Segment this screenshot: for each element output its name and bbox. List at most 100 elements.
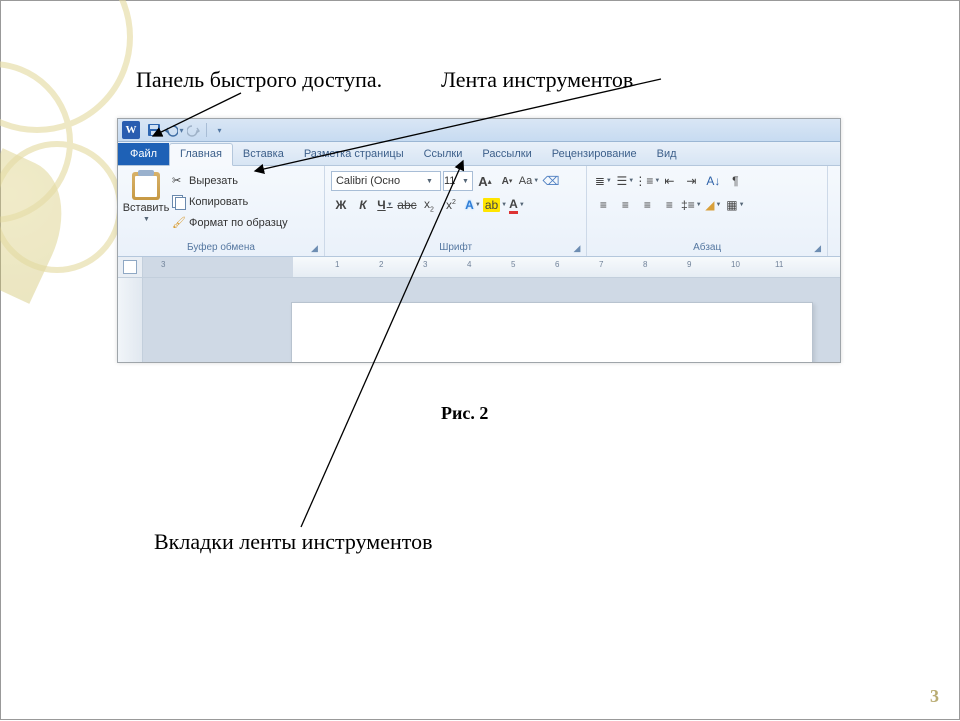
group-clipboard: Вставить ▼ ✂ Вырезать Копировать 🖌 Форма…: [118, 166, 325, 256]
font-name-combo[interactable]: Calibri (Осно▼: [331, 171, 441, 191]
numbering-icon: ☰: [617, 174, 628, 188]
superscript-button[interactable]: x2: [441, 195, 461, 215]
format-painter-button[interactable]: 🖌 Формат по образцу: [172, 213, 288, 233]
subscript-button[interactable]: x2: [419, 195, 439, 215]
ruler-num: 3: [423, 260, 427, 269]
align-right-button[interactable]: ≡: [637, 195, 657, 215]
clear-format-button[interactable]: ⌫: [541, 171, 561, 191]
annotation-ribbon: Лента инструментов: [441, 67, 633, 93]
bold-button[interactable]: Ж: [331, 195, 351, 215]
italic-button[interactable]: К: [353, 195, 373, 215]
font-color-icon: A: [509, 197, 518, 214]
ruler-num: 6: [555, 260, 559, 269]
line-spacing-button[interactable]: ‡≡▼: [681, 195, 701, 215]
ruler-num: 10: [731, 260, 740, 269]
text-effects-icon: A: [465, 198, 474, 212]
shrink-font-button[interactable]: A▾: [497, 171, 517, 191]
tab-layout[interactable]: Разметка страницы: [294, 144, 414, 165]
ruler-area: 3 1 2 3 4 5 6 7 8 9 10 11: [118, 257, 840, 278]
copy-icon: [172, 195, 186, 209]
redo-icon: [187, 123, 201, 137]
strike-button[interactable]: abc: [397, 195, 417, 215]
tab-insert[interactable]: Вставка: [233, 144, 294, 165]
indent-left-icon: ⇤: [664, 174, 674, 188]
align-justify-icon: ≡: [666, 198, 673, 212]
cut-label: Вырезать: [189, 175, 238, 187]
ruler-num: 8: [643, 260, 647, 269]
document-viewport[interactable]: [143, 278, 840, 363]
group-title-font: Шрифт◢: [331, 240, 580, 256]
tab-view[interactable]: Вид: [647, 144, 687, 165]
highlight-button[interactable]: ab▼: [485, 195, 505, 215]
sort-icon: A↓: [706, 174, 720, 188]
tab-references[interactable]: Ссылки: [414, 144, 473, 165]
tab-review[interactable]: Рецензирование: [542, 144, 647, 165]
vertical-ruler[interactable]: [118, 278, 143, 363]
dialog-launcher-icon[interactable]: ◢: [573, 243, 580, 254]
subscript-icon: x2: [424, 197, 434, 213]
text-effects-button[interactable]: A▼: [463, 195, 483, 215]
font-size-combo[interactable]: 11▼: [443, 171, 473, 191]
shrink-font-icon: A: [502, 176, 509, 187]
grow-font-icon: A: [478, 174, 487, 189]
align-left-button[interactable]: ≡: [593, 195, 613, 215]
underline-button[interactable]: Ч▼: [375, 195, 395, 215]
align-justify-button[interactable]: ≡: [659, 195, 679, 215]
borders-icon: ▦: [726, 198, 737, 212]
annotation-qat: Панель быстрого доступа.: [136, 67, 382, 93]
ruler-num: 3: [161, 260, 165, 269]
title-bar: ▾ ▾: [118, 119, 840, 142]
tab-home[interactable]: Главная: [169, 143, 233, 166]
paste-button[interactable]: Вставить ▼: [124, 169, 168, 223]
annotation-tabs: Вкладки ленты инструментов: [154, 529, 432, 555]
ruler-num: 5: [511, 260, 515, 269]
qat-undo-button[interactable]: ▾: [164, 121, 184, 139]
qat-save-button[interactable]: [144, 121, 164, 139]
bullets-icon: ≣: [595, 174, 605, 188]
page-number: 3: [930, 686, 939, 707]
numbering-button[interactable]: ☰▼: [615, 171, 635, 191]
ruler-num: 1: [335, 260, 339, 269]
tab-selector[interactable]: [118, 257, 143, 277]
indent-inc-button[interactable]: ⇥: [681, 171, 701, 191]
bullets-button[interactable]: ≣▼: [593, 171, 613, 191]
show-marks-button[interactable]: ¶: [725, 171, 745, 191]
copy-label: Копировать: [189, 196, 248, 208]
font-color-button[interactable]: A▼: [507, 195, 527, 215]
indent-right-icon: ⇥: [686, 174, 696, 188]
eraser-icon: ⌫: [542, 174, 559, 188]
qat-redo-button[interactable]: [184, 121, 204, 139]
indent-dec-button[interactable]: ⇤: [659, 171, 679, 191]
highlight-icon: ab: [483, 198, 500, 212]
word-logo-icon: [122, 121, 140, 139]
document-area: [118, 278, 840, 363]
chevron-down-icon: ▼: [459, 178, 472, 185]
dialog-launcher-icon[interactable]: ◢: [311, 243, 318, 254]
multilevel-button[interactable]: ⋮≡▼: [637, 171, 657, 191]
format-label: Формат по образцу: [189, 217, 288, 229]
grow-font-button[interactable]: A▴: [475, 171, 495, 191]
tab-mailings[interactable]: Рассылки: [472, 144, 541, 165]
strike-icon: abc: [397, 198, 416, 212]
borders-button[interactable]: ▦▼: [725, 195, 745, 215]
sort-button[interactable]: A↓: [703, 171, 723, 191]
group-font: Calibri (Осно▼ 11▼ A▴ A▾ Aa▼ ⌫ Ж К Ч▼ ab…: [325, 166, 587, 256]
cut-button[interactable]: ✂ Вырезать: [172, 171, 288, 191]
dialog-launcher-icon[interactable]: ◢: [814, 243, 821, 254]
chevron-down-icon: ▾: [217, 126, 221, 135]
change-case-icon: Aa: [519, 175, 532, 187]
qat-customize-button[interactable]: ▾: [209, 121, 229, 139]
copy-button[interactable]: Копировать: [172, 192, 288, 212]
group-paragraph: ≣▼ ☰▼ ⋮≡▼ ⇤ ⇥ A↓ ¶ ≡ ≡ ≡ ≡ ‡≡▼ ◢▼ ▦▼: [587, 166, 828, 256]
tab-selector-icon: [123, 260, 137, 274]
chevron-down-icon: ▼: [423, 178, 436, 185]
document-page: [291, 302, 813, 363]
align-center-icon: ≡: [622, 198, 629, 212]
horizontal-ruler[interactable]: 3 1 2 3 4 5 6 7 8 9 10 11: [143, 257, 840, 277]
paste-label: Вставить: [123, 202, 170, 214]
change-case-button[interactable]: Aa▼: [519, 171, 539, 191]
align-center-button[interactable]: ≡: [615, 195, 635, 215]
tab-file[interactable]: Файл: [118, 143, 169, 165]
ribbon-tabs: Файл Главная Вставка Разметка страницы С…: [118, 142, 840, 166]
shading-button[interactable]: ◢▼: [703, 195, 723, 215]
